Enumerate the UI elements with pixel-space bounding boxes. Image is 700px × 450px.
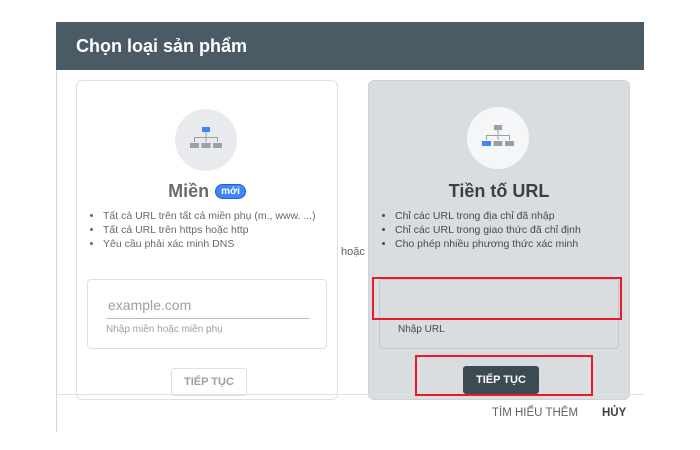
list-item: Chỉ các URL trong giao thức đã chỉ định xyxy=(395,223,581,237)
list-item: Tất cả URL trên https hoặc http xyxy=(103,223,316,237)
url-prefix-title: Tiền tố URL xyxy=(448,181,550,201)
new-badge: mới xyxy=(215,184,246,199)
url-input[interactable] xyxy=(398,292,602,319)
domain-input-container: Nhập miền hoặc miền phụ xyxy=(87,279,327,349)
list-item: Cho phép nhiều phương thức xác minh xyxy=(395,237,581,251)
domain-feature-list: Tất cả URL trên tất cả miền phụ (m., www… xyxy=(77,209,316,251)
dialog-left-border xyxy=(56,70,57,432)
url-prefix-continue-button[interactable]: TIẾP TỤC xyxy=(463,366,539,394)
list-item: Yêu cầu phải xác minh DNS xyxy=(103,237,316,251)
domain-input-helper: Nhập miền hoặc miền phụ xyxy=(106,324,223,335)
list-item: Tất cả URL trên tất cả miền phụ (m., www… xyxy=(103,209,316,223)
url-input-container: Nhập URL xyxy=(379,279,619,349)
url-prefix-card[interactable]: Tiền tố URL Chỉ các URL trong địa chỉ đã… xyxy=(368,80,630,400)
url-input-helper: Nhập URL xyxy=(398,324,445,335)
domain-card[interactable]: Miền mới Tất cả URL trên tất cả miền phụ… xyxy=(76,80,338,400)
cancel-button[interactable]: HỦY xyxy=(602,407,626,419)
or-separator: hoặc xyxy=(341,246,365,258)
domain-title-text: Miền xyxy=(168,181,210,201)
footer-divider xyxy=(56,394,644,395)
domain-title: Miền mới xyxy=(77,181,337,202)
url-prefix-feature-list: Chỉ các URL trong địa chỉ đã nhập Chỉ cá… xyxy=(369,209,581,251)
sitemap-icon xyxy=(467,107,529,169)
sitemap-icon xyxy=(175,109,237,171)
domain-input[interactable] xyxy=(106,292,310,319)
learn-more-button[interactable]: TÌM HIỂU THÊM xyxy=(492,407,578,419)
dialog-title: Chọn loại sản phẩm xyxy=(56,22,644,70)
domain-continue-button[interactable]: TIẾP TỤC xyxy=(171,368,247,396)
product-type-dialog: Chọn loại sản phẩm Miền mới Tất cả URL t… xyxy=(56,22,644,432)
list-item: Chỉ các URL trong địa chỉ đã nhập xyxy=(395,209,581,223)
